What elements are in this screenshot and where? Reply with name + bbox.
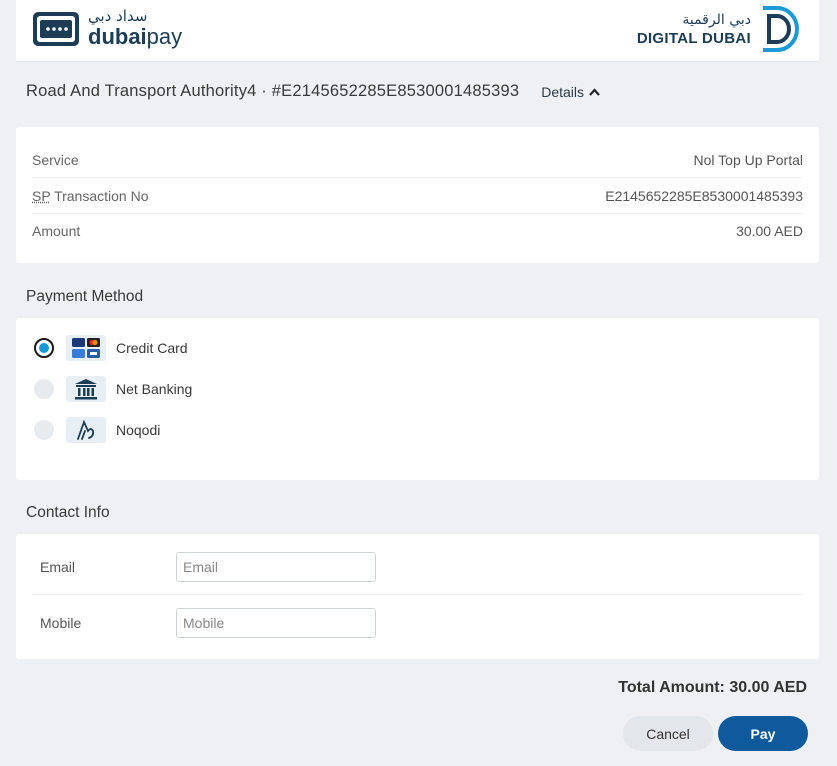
transaction-title-row: Road And Transport Authority4 · #E214565… — [26, 82, 600, 101]
mobile-row: Mobile — [32, 595, 803, 651]
detail-value: 30.00 AED — [736, 223, 803, 239]
detail-label-rest: Transaction No — [50, 187, 149, 204]
detail-value: E2145652285E8530001485393 — [605, 187, 803, 204]
transaction-title: Road And Transport Authority4 · #E214565… — [26, 82, 520, 100]
digital-dubai-logo: دبي الرقمية DIGITAL DUBAI — [637, 4, 803, 54]
dubaipay-name: dubaipay — [88, 26, 182, 48]
total-amount: Total Amount: 30.00 AED — [618, 679, 807, 696]
detail-label: SP Transaction No — [32, 188, 149, 204]
digital-dubai-arabic-name: دبي الرقمية — [682, 11, 751, 28]
noqodi-icon-graphic — [77, 419, 95, 440]
radio-selected[interactable] — [34, 338, 54, 358]
payment-option-noqodi[interactable]: Noqodi — [34, 417, 160, 443]
payment-method-title: Payment Method — [26, 288, 144, 305]
cancel-button[interactable]: Cancel — [623, 716, 713, 751]
noqodi-icon — [66, 417, 106, 443]
bank-icon-graphic — [75, 379, 97, 400]
payment-option-label: Net Banking — [116, 381, 193, 397]
email-row: Email — [32, 539, 803, 595]
payment-option-label: Credit Card — [116, 340, 188, 356]
card-logo-icon — [33, 11, 79, 46]
details-toggle[interactable]: Details — [541, 84, 600, 100]
chevron-up-icon — [589, 87, 600, 96]
payment-option-label: Noqodi — [116, 422, 161, 438]
detail-row-service: Service Nol Top Up Portal — [32, 142, 803, 178]
detail-label: Service — [32, 151, 79, 168]
sp-abbreviation: SP — [32, 187, 51, 204]
detail-row-transaction-no: SP Transaction No E2145652285E8530001485… — [32, 178, 803, 214]
email-field[interactable] — [176, 551, 376, 582]
bank-icon — [66, 376, 106, 402]
details-label: Details — [541, 83, 585, 100]
dubaipay-name-bold: dubai — [88, 24, 147, 49]
contact-info-panel: Email Mobile — [16, 534, 819, 659]
radio-unselected[interactable] — [34, 379, 54, 399]
details-panel: Service Nol Top Up Portal SP Transaction… — [16, 127, 819, 263]
dubaipay-logo: سداد دبي dubaipay — [32, 9, 182, 48]
contact-info-title: Contact Info — [26, 504, 110, 521]
credit-card-icon-graphic — [72, 338, 100, 358]
detail-row-amount: Amount 30.00 AED — [32, 213, 803, 249]
digital-dubai-d-icon — [763, 6, 799, 52]
radio-unselected[interactable] — [34, 420, 54, 440]
payment-method-panel: Credit Card Net Banking Noqodi — [16, 318, 819, 480]
pay-button[interactable]: Pay — [718, 716, 808, 751]
mobile-field[interactable] — [176, 608, 376, 638]
detail-label: Amount — [32, 223, 81, 239]
dubaipay-name-light: pay — [146, 24, 183, 49]
digital-dubai-name: DIGITAL DUBAI — [636, 29, 751, 47]
dubaipay-arabic-name: سداد دبي — [88, 7, 148, 25]
header-bar: سداد دبي dubaipay دبي الرقمية DIGITAL DU… — [16, 0, 819, 62]
credit-card-icon — [66, 335, 106, 361]
payment-option-net-banking[interactable]: Net Banking — [34, 376, 192, 402]
mobile-label: Mobile — [40, 615, 82, 631]
detail-value: Nol Top Up Portal — [693, 151, 803, 168]
payment-option-credit-card[interactable]: Credit Card — [34, 335, 188, 361]
email-label: Email — [40, 558, 76, 575]
